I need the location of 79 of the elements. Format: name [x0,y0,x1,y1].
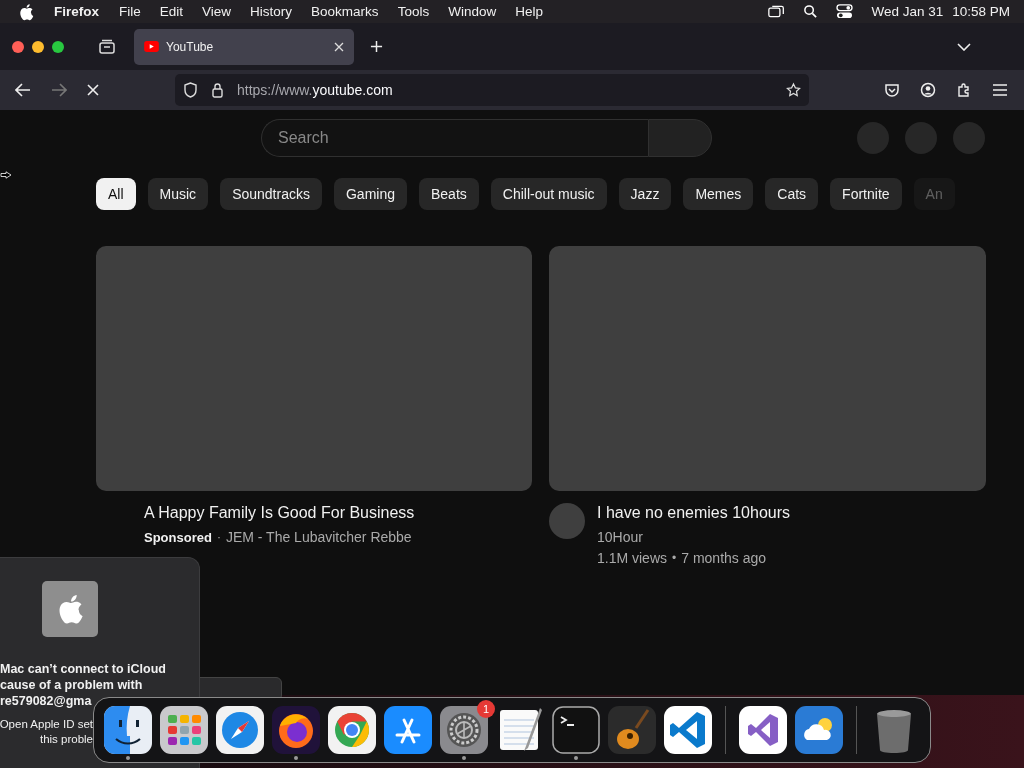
channel-name[interactable]: JEM - The Lubavitcher Rebbe [225,529,412,545]
app-store-icon[interactable] [384,706,432,754]
apple-logo-icon [42,581,98,637]
star-icon[interactable] [786,82,801,98]
tab-title: YouTube [166,39,215,54]
view-count: 1.1M views [597,550,668,566]
separator-dot: · [216,530,221,544]
browser-tab[interactable]: YouTube [134,28,354,65]
sponsored-label: Sponsored [144,529,212,545]
thumbnail-placeholder[interactable] [96,246,532,491]
video-title[interactable]: A Happy Family Is Good For Business [144,503,415,523]
guitar-icon[interactable] [608,706,656,754]
search-field[interactable]: Search [261,119,648,157]
notification-title: re579082@gma [0,693,92,709]
close-window-button[interactable] [12,40,24,53]
notification-text: Open Apple ID set [0,717,93,732]
menu-item[interactable]: Edit [159,4,184,19]
filter-chip[interactable]: Jazz [618,178,672,210]
menu-item[interactable]: Help [515,4,543,19]
menu-app-name[interactable]: Firefox [54,4,99,19]
forward-icon[interactable] [51,83,67,97]
puzzle-piece-icon[interactable] [956,82,972,98]
menu-item[interactable]: Window [448,4,497,19]
back-icon[interactable] [15,83,31,97]
notification-text: this proble [39,732,93,747]
new-tab-icon[interactable] [370,40,383,53]
shield-icon[interactable] [183,82,198,98]
cloud-sun-icon[interactable] [795,706,843,754]
fox-globe-icon[interactable] [272,706,320,754]
search-icon[interactable] [802,4,820,19]
filter-chip[interactable]: Soundtracks [220,178,322,210]
ribbon-logo-icon[interactable] [739,706,787,754]
filter-chip[interactable]: Gaming [333,178,407,210]
toggles-icon[interactable] [836,4,854,19]
notification-title: Mac can’t connect to iCloud [0,661,166,677]
pocket-icon[interactable] [884,82,900,98]
filter-chip[interactable]: Memes [683,178,754,210]
chrome-ring-icon[interactable] [328,706,376,754]
menubar-time[interactable]: 10:58 PM [952,4,1010,19]
chevron-down-icon[interactable] [957,42,971,51]
smiling-face-icon[interactable] [104,706,152,754]
notification-badge: 1 [477,700,495,718]
windows-icon[interactable] [768,4,786,19]
menu-item[interactable]: File [119,4,141,19]
filter-chip[interactable]: All [96,178,136,210]
account-icon[interactable] [920,82,936,98]
menu-item[interactable]: Bookmarks [311,4,379,19]
gear-icon[interactable] [440,706,488,754]
url-text: https://www.youtube.com [237,82,393,98]
filter-chip[interactable]: Fortnite [830,178,902,210]
minimize-window-button[interactable] [32,40,44,53]
close-icon[interactable] [334,41,344,52]
play-logo-icon [144,41,159,52]
menubar-date[interactable]: Wed Jan 31 [871,4,944,19]
filter-chip[interactable]: Music [147,178,209,210]
filter-chip[interactable]: Beats [419,178,479,210]
separator-dot: • [672,551,677,565]
code-editor-icon[interactable] [664,706,712,754]
filter-chip[interactable]: Chill-out music [490,178,607,210]
tab-overview-icon[interactable] [98,38,116,55]
compass-icon[interactable] [216,706,264,754]
notification-title: cause of a problem with [0,677,143,693]
zoom-window-button[interactable] [52,40,64,53]
stop-icon[interactable] [87,84,99,96]
address-bar[interactable]: https://www.youtube.com [175,74,809,106]
channel-name[interactable]: 10Hour [597,529,790,545]
menu-item[interactable]: Tools [397,4,430,19]
video-title[interactable]: I have no enemies 10hours [597,503,790,523]
menu-icon[interactable] [992,82,1008,98]
upload-age: 7 months ago [681,550,767,566]
terminal-icon[interactable] [552,706,600,754]
app-grid-icon[interactable] [160,706,208,754]
lock-icon[interactable] [210,82,225,98]
thumbnail-placeholder[interactable] [549,246,986,491]
menu-item[interactable]: History [250,4,293,19]
menu-item[interactable]: View [202,4,232,19]
resize-cursor-icon [0,171,12,179]
apple-logo-icon[interactable] [18,2,34,21]
filter-chip[interactable]: Cats [765,178,819,210]
